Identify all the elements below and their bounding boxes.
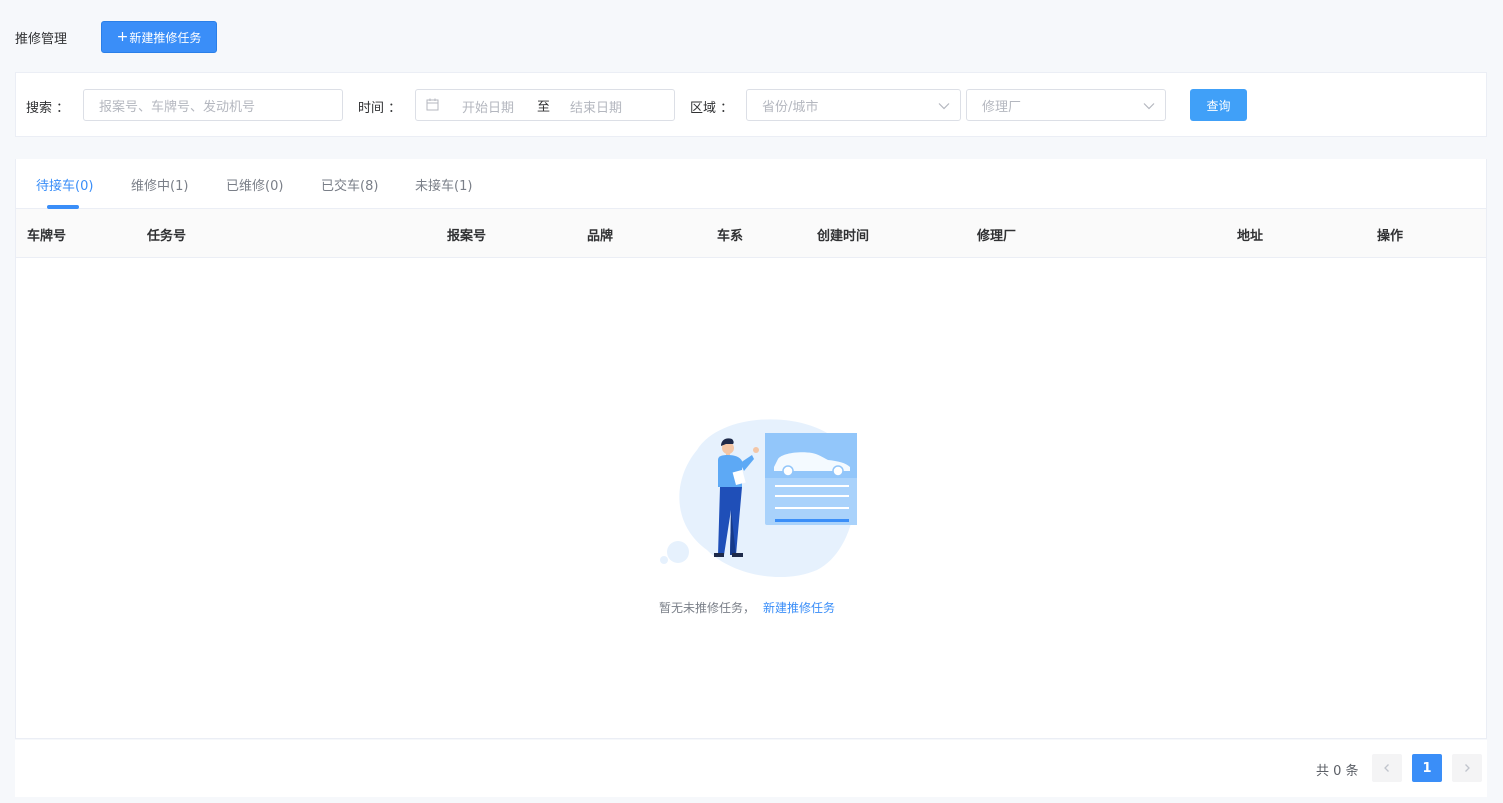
top-bar: 推修管理 + 新建推修任务 — [0, 0, 1503, 72]
pagination-total: 共 0 条 — [1316, 764, 1359, 779]
chevron-left-icon — [1384, 764, 1389, 772]
page-title: 推修管理 — [15, 32, 68, 47]
column-header-task-no: 任务号 — [147, 229, 187, 244]
column-header-brand: 品牌 — [587, 229, 614, 244]
chevron-down-icon — [938, 103, 950, 110]
prev-page-button[interactable] — [1372, 754, 1402, 782]
province-placeholder: 省份/城市 — [762, 99, 819, 115]
column-header-address: 地址 — [1237, 229, 1264, 244]
time-label: 时间 ： — [358, 101, 402, 116]
empty-state-text: 暂无未推修任务， — [659, 601, 756, 615]
tab-delivered[interactable]: 已交车(8) — [321, 175, 378, 194]
date-range-picker[interactable]: 开始日期 至 结束日期 — [415, 89, 675, 121]
status-tabs: 待接车(0) 维修中(1) 已维修(0) 已交车(8) 未接车(1) — [16, 159, 1486, 209]
column-header-repair-factory: 修理厂 — [977, 229, 1017, 244]
column-header-actions: 操作 — [1377, 229, 1404, 244]
empty-state-message: 暂无未推修任务， 新建推修任务 — [659, 599, 835, 616]
empty-illustration-person-car-icon — [660, 419, 857, 578]
tab-not-picked-up[interactable]: 未接车(1) — [415, 175, 472, 194]
search-input[interactable]: 报案号、车牌号、发动机号 — [83, 89, 343, 121]
filter-panel: 搜索 ： 报案号、车牌号、发动机号 时间 ： 开始日期 至 结束日期 区域 ： … — [15, 72, 1487, 137]
column-header-claim-no: 报案号 — [447, 229, 487, 244]
column-header-created-time: 创建时间 — [817, 229, 870, 244]
factory-placeholder: 修理厂 — [982, 99, 1022, 115]
new-repair-task-label: 新建推修任务 — [129, 30, 202, 45]
empty-state-new-task-link[interactable]: 新建推修任务 — [763, 601, 835, 615]
table-header: 车牌号 任务号 报案号 品牌 车系 创建时间 修理厂 地址 操作 — [16, 209, 1486, 258]
tab-repaired[interactable]: 已维修(0) — [226, 175, 283, 194]
new-repair-task-button[interactable]: + 新建推修任务 — [101, 21, 217, 53]
search-label: 搜索 ： — [26, 101, 70, 116]
chevron-down-icon — [1143, 103, 1155, 110]
next-page-button[interactable] — [1452, 754, 1482, 782]
plus-icon: + — [116, 29, 129, 45]
calendar-icon — [426, 98, 439, 111]
column-header-plate: 车牌号 — [27, 229, 67, 244]
region-label: 区域 ： — [690, 101, 734, 116]
repair-factory-select[interactable]: 修理厂 — [966, 89, 1166, 121]
column-header-series: 车系 — [717, 229, 744, 244]
page-number-button[interactable]: 1 — [1412, 754, 1442, 782]
query-button[interactable]: 查询 — [1190, 89, 1247, 121]
task-table-card: 待接车(0) 维修中(1) 已维修(0) 已交车(8) 未接车(1) 车牌号 任… — [15, 159, 1487, 739]
tab-pending-pickup[interactable]: 待接车(0) — [36, 175, 93, 194]
search-placeholder: 报案号、车牌号、发动机号 — [99, 99, 256, 115]
range-separator: 至 — [537, 100, 551, 115]
start-date-input[interactable]: 开始日期 — [462, 97, 514, 116]
tab-in-repair[interactable]: 维修中(1) — [131, 175, 188, 194]
end-date-input[interactable]: 结束日期 — [570, 97, 622, 116]
chevron-right-icon — [1465, 764, 1470, 772]
province-city-select[interactable]: 省份/城市 — [746, 89, 961, 121]
pagination: 共 0 条 1 — [15, 740, 1487, 797]
